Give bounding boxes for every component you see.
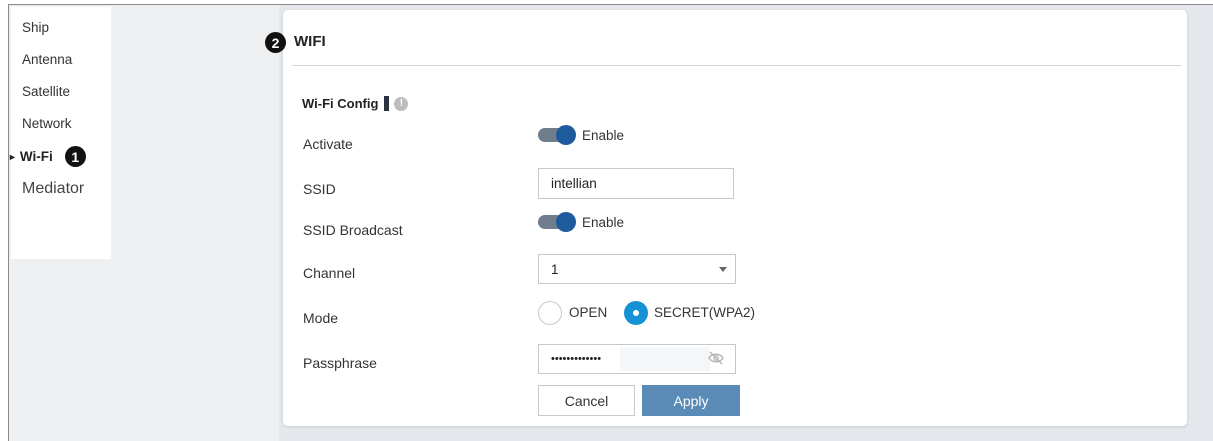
channel-select-value: 1 <box>551 261 559 277</box>
passphrase-input-shade <box>620 347 710 371</box>
ssid-broadcast-toggle[interactable] <box>538 212 576 232</box>
passphrase-label: Passphrase <box>303 355 377 371</box>
activate-state-label: Enable <box>582 128 625 143</box>
apply-button[interactable]: Apply <box>642 385 740 416</box>
sidebar-item-label: Wi-Fi <box>19 149 53 164</box>
callout-badge: 1 <box>64 146 86 167</box>
toggle-knob <box>556 212 576 232</box>
sidebar-menu-background <box>11 7 111 259</box>
channel-label: Channel <box>303 265 356 281</box>
sidebar-item-satellite[interactable]: Satellite <box>22 84 70 99</box>
ssid-input[interactable]: intellian <box>538 168 734 199</box>
section-title-label: Wi-Fi Config <box>302 96 379 111</box>
sidebar-item-ship[interactable]: Ship <box>22 20 49 35</box>
mode-secret-label[interactable]: SECRET(WPA2) <box>654 305 755 320</box>
toggle-knob <box>556 125 576 145</box>
mode-label: Mode <box>303 310 339 326</box>
page-title: WIFI <box>294 33 326 50</box>
sidebar-item-mediator[interactable]: Mediator <box>22 180 84 198</box>
callout-badge: 2 <box>265 32 286 53</box>
sidebar-item-wifi[interactable]: ► Wi-Fi 1 <box>8 146 86 167</box>
cancel-button[interactable]: Cancel <box>538 385 635 416</box>
info-icon[interactable]: ! <box>394 96 409 111</box>
sidebar-item-network[interactable]: Network <box>22 116 72 131</box>
chevron-down-icon <box>719 267 727 272</box>
eye-slash-icon[interactable] <box>707 350 725 366</box>
activate-toggle[interactable] <box>538 125 576 145</box>
ssid-broadcast-state-label: Enable <box>582 215 625 230</box>
mode-open-label[interactable]: OPEN <box>569 305 607 320</box>
sidebar <box>9 5 279 441</box>
active-marker-icon: ► <box>8 151 17 162</box>
section-title: Wi-Fi Config ! <box>302 96 409 111</box>
activate-label: Activate <box>303 136 353 152</box>
ssid-label: SSID <box>303 181 336 197</box>
section-marker <box>384 96 390 111</box>
sidebar-item-antenna[interactable]: Antenna <box>22 52 72 67</box>
title-divider <box>292 65 1181 66</box>
mode-open-radio[interactable] <box>538 301 562 325</box>
channel-select[interactable]: 1 <box>538 254 736 284</box>
mode-secret-radio[interactable] <box>624 301 648 325</box>
ssid-broadcast-label: SSID Broadcast <box>303 222 403 238</box>
